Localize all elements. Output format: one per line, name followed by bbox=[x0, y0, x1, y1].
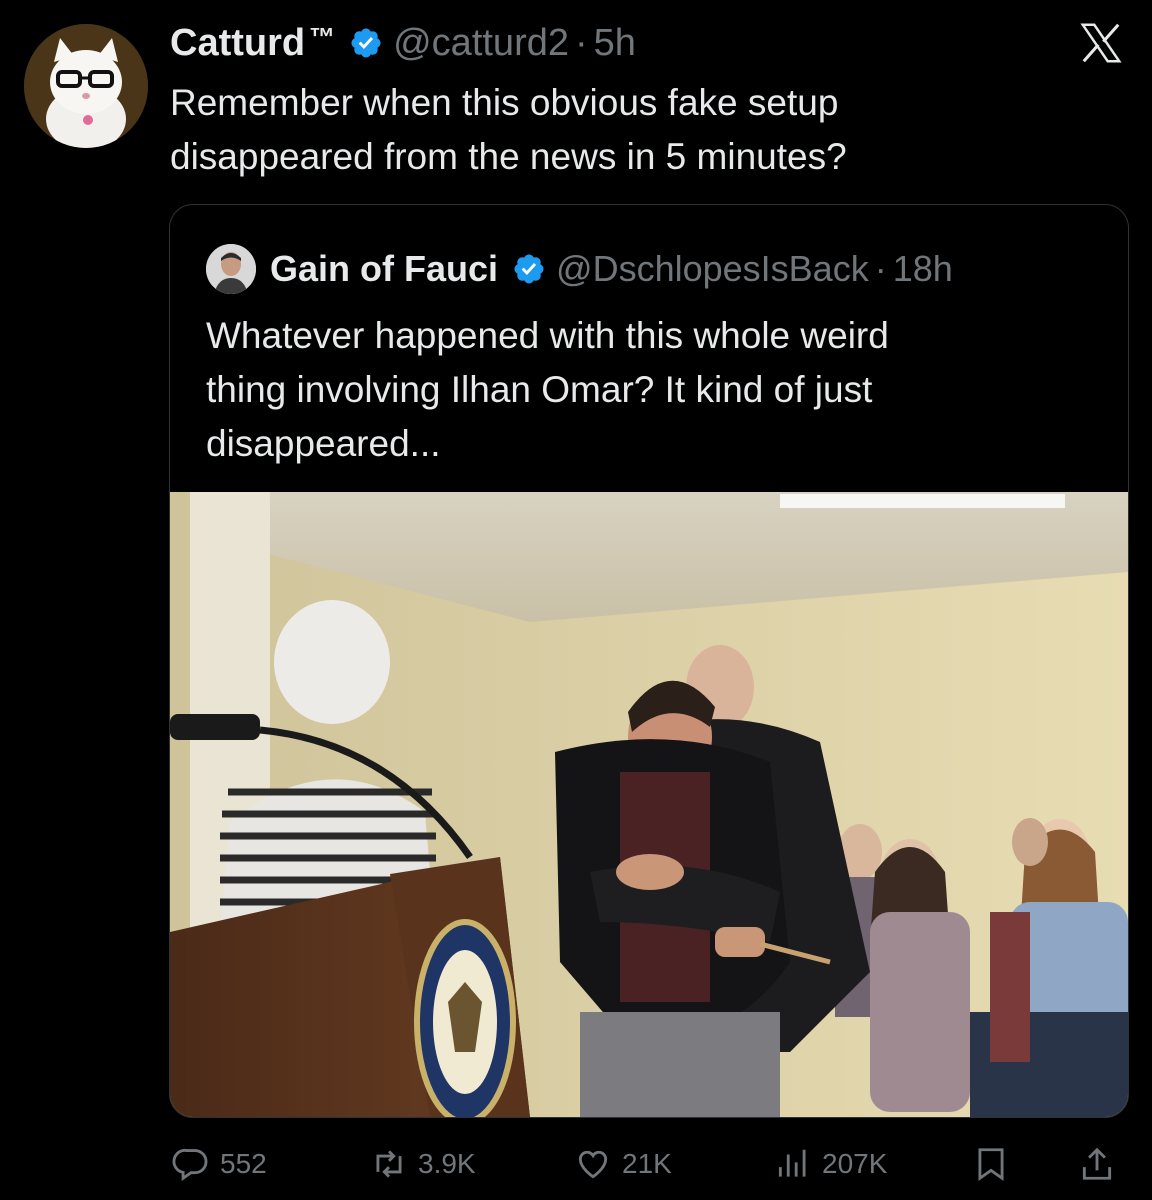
author-avatar[interactable] bbox=[24, 24, 148, 148]
cat-avatar-image bbox=[24, 24, 148, 148]
repost-count: 3.9K bbox=[418, 1148, 476, 1179]
quote-text: Whatever happened with this whole weird … bbox=[206, 309, 1086, 471]
author-name-suffix: ™ bbox=[309, 21, 336, 52]
quote-timestamp[interactable]: 18h bbox=[893, 248, 953, 290]
quote-text-line: disappeared... bbox=[206, 423, 441, 464]
views-count: 207K bbox=[822, 1148, 888, 1179]
repost-icon bbox=[376, 1150, 402, 1178]
bookmark-icon bbox=[978, 1148, 1004, 1182]
quote-media-photo[interactable] bbox=[170, 492, 1128, 1117]
tweet-text-line: Remember when this obvious fake setup bbox=[170, 82, 839, 123]
quote-author-handle[interactable]: @DschlopesIsBack bbox=[556, 248, 869, 290]
header-separator: · bbox=[575, 21, 588, 64]
share-icon bbox=[1082, 1147, 1112, 1180]
views-button[interactable]: 207K bbox=[774, 1138, 887, 1190]
repost-button[interactable]: 3.9K bbox=[370, 1138, 476, 1190]
quoted-tweet-card[interactable]: Gain of Fauci @DschlopesIsBack · 18h Wha… bbox=[169, 204, 1129, 1118]
heart-icon bbox=[578, 1150, 608, 1179]
author-name[interactable]: Catturd bbox=[170, 22, 305, 65]
quote-text-line: Whatever happened with this whole weird bbox=[206, 315, 889, 356]
tweet-action-bar: 552 3.9K 21K 207K bbox=[0, 1138, 1152, 1190]
like-button[interactable]: 21K bbox=[574, 1138, 672, 1190]
quote-text-line: thing involving Ilhan Omar? It kind of j… bbox=[206, 369, 873, 410]
tweet-timestamp[interactable]: 5h bbox=[594, 22, 636, 65]
verified-badge-icon bbox=[351, 28, 381, 58]
quote-header-separator: · bbox=[874, 248, 887, 289]
tweet-header: Catturd ™ @catturd2 · 5h bbox=[170, 20, 636, 66]
reply-count: 552 bbox=[220, 1148, 267, 1179]
bookmark-button[interactable] bbox=[972, 1138, 1020, 1190]
quote-header: Gain of Fauci @DschlopesIsBack · 18h bbox=[206, 244, 953, 294]
tweet-text: Remember when this obvious fake setup di… bbox=[170, 76, 1070, 184]
reply-icon bbox=[172, 1148, 208, 1181]
tweet-text-line: disappeared from the news in 5 minutes? bbox=[170, 136, 847, 177]
reply-button[interactable]: 552 bbox=[172, 1138, 267, 1190]
share-button[interactable] bbox=[1078, 1138, 1126, 1190]
quote-avatar-image bbox=[206, 244, 256, 294]
quote-author-name[interactable]: Gain of Fauci bbox=[270, 248, 498, 290]
verified-badge-icon bbox=[514, 254, 544, 284]
views-icon bbox=[778, 1149, 806, 1177]
like-count: 21K bbox=[622, 1148, 672, 1179]
quote-author-avatar[interactable] bbox=[206, 244, 256, 294]
x-logo-icon[interactable] bbox=[1078, 20, 1124, 66]
author-handle[interactable]: @catturd2 bbox=[393, 22, 569, 65]
